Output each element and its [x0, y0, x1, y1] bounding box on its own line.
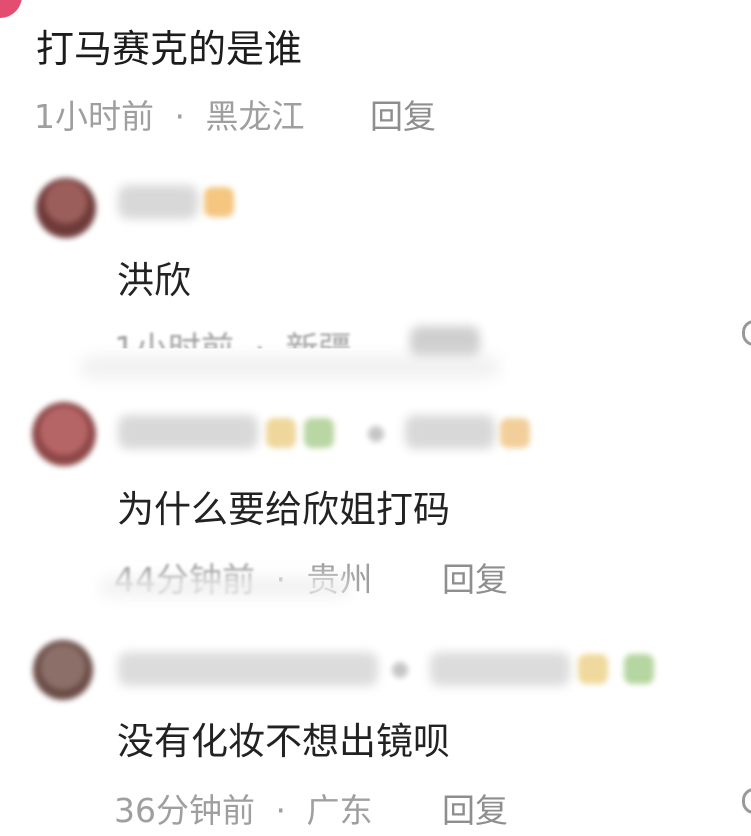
- triangle-icon: [392, 662, 408, 678]
- user-badge-icon: [204, 187, 234, 217]
- reply-time: 36分钟前: [114, 791, 255, 830]
- reply-to-username[interactable]: [405, 415, 495, 449]
- reply-username[interactable]: [118, 185, 198, 219]
- reply-reply-button[interactable]: [410, 326, 480, 360]
- clover-icon: [304, 418, 334, 448]
- reply-reply-button[interactable]: 回复: [442, 784, 508, 832]
- clover-icon: [624, 654, 654, 684]
- reply-text: 为什么要给欣姐打码: [117, 488, 450, 531]
- user-badge-icon: [578, 654, 608, 684]
- user-badge-icon: [500, 418, 530, 448]
- comment-text: 打马赛克的是谁: [36, 27, 303, 71]
- user-badge-icon: [266, 418, 296, 448]
- like-icon[interactable]: [742, 788, 751, 814]
- meta-separator: ·: [174, 97, 186, 136]
- reply-to-username[interactable]: [430, 652, 570, 686]
- reply-meta: 36分钟前 · 广东: [114, 784, 373, 832]
- blur-strip: [100, 578, 350, 596]
- triangle-icon: [368, 426, 384, 442]
- comment-meta: 1小时前 · 黑龙江: [34, 90, 305, 138]
- meta-separator: ·: [275, 791, 287, 830]
- comment-location: 黑龙江: [205, 97, 305, 136]
- reply-reply-button[interactable]: 回复: [442, 553, 508, 601]
- reply-text: 洪欣: [117, 259, 191, 302]
- reply-location: 广东: [306, 791, 373, 830]
- reply-avatar[interactable]: [32, 402, 96, 466]
- parent-avatar[interactable]: [0, 0, 22, 18]
- comment-time: 1小时前: [34, 97, 154, 136]
- like-icon[interactable]: [742, 320, 751, 346]
- reply-username[interactable]: [118, 652, 378, 686]
- reply-text: 没有化妆不想出镜呗: [117, 720, 450, 763]
- reply-username[interactable]: [118, 415, 258, 449]
- reply-avatar[interactable]: [36, 178, 96, 238]
- comment-reply-button[interactable]: 回复: [370, 90, 436, 138]
- blur-strip: [80, 356, 500, 378]
- reply-avatar[interactable]: [33, 640, 93, 700]
